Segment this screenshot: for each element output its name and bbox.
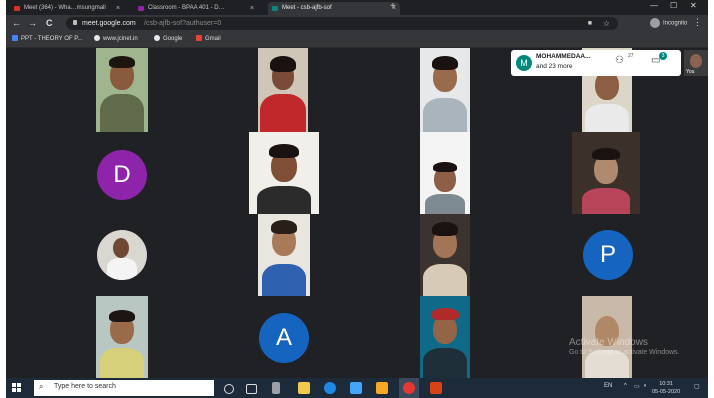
bookmark-icon xyxy=(12,35,18,42)
bookmark-label: Google xyxy=(163,36,183,42)
store-icon[interactable] xyxy=(298,382,310,394)
activation-watermark-title: Activate Windows xyxy=(569,337,648,348)
cortana-icon[interactable] xyxy=(224,384,234,394)
favicon-icon xyxy=(272,6,278,11)
incognito-icon xyxy=(650,18,660,28)
people-icon[interactable]: ⚇ xyxy=(615,55,624,66)
favicon-icon xyxy=(14,6,20,11)
participant-tile[interactable] xyxy=(258,214,310,296)
participants-more: and 23 more xyxy=(536,63,573,70)
meet-grid: D A P M MOHAMMEDAA... and 23 more ⚇ 27 ▭… xyxy=(6,48,708,378)
close-tab-icon[interactable]: × xyxy=(116,2,120,15)
minimize-icon[interactable]: — xyxy=(650,1,658,10)
powerpoint-icon[interactable] xyxy=(430,382,442,394)
bookmark-star-icon[interactable]: ☆ xyxy=(603,18,610,29)
participants-popup[interactable]: M MOHAMMEDAA... and 23 more ⚇ 27 ▭ 3 xyxy=(511,50,681,76)
camera-icon[interactable]: ■ xyxy=(588,20,592,27)
lock-icon xyxy=(73,20,77,25)
bookmarks-bar: PPT - THEORY OF P... www.jcinet.in Googl… xyxy=(6,32,708,48)
tab-title: Meet (364) - Wha…msungmall xyxy=(24,5,106,11)
search-placeholder: Type here to search xyxy=(54,383,116,390)
search-icon: ⌕ xyxy=(39,382,44,391)
taskbar-clock[interactable]: 10:31 05-05-2020 xyxy=(652,380,680,396)
participant-round-photo[interactable] xyxy=(97,230,147,280)
tab-2[interactable]: Classroom - BPAA 401 - D… × xyxy=(134,2,258,15)
mail-icon[interactable] xyxy=(350,382,362,394)
calculator-icon[interactable] xyxy=(272,382,280,394)
task-view-icon[interactable] xyxy=(246,384,257,394)
tab-title: Classroom - BPAA 401 - D… xyxy=(148,5,225,11)
tab-title: Meet - csb-ajfb-sof xyxy=(282,5,332,11)
participant-tile[interactable] xyxy=(258,48,308,132)
self-view[interactable]: You xyxy=(684,50,708,76)
windows-start-icon[interactable] xyxy=(12,383,22,393)
chat-count-badge: 3 xyxy=(659,52,667,60)
participant-avatar[interactable]: D xyxy=(97,150,147,200)
participant-avatar: M xyxy=(516,55,532,71)
people-count: 27 xyxy=(628,53,634,59)
volume-icon[interactable]: ◖ xyxy=(643,383,647,389)
bookmark-ppt[interactable]: PPT - THEORY OF P... xyxy=(12,34,82,45)
participant-tile[interactable] xyxy=(420,48,470,132)
address-bar[interactable]: meet.google.com /csb-ajfb-sof?authuser=0… xyxy=(66,17,618,30)
participant-tile[interactable] xyxy=(572,132,640,214)
participant-avatar[interactable]: A xyxy=(259,313,309,363)
globe-icon xyxy=(94,35,100,42)
browser-toolbar: ← → C meet.google.com /csb-ajfb-sof?auth… xyxy=(6,15,708,32)
url-path: /csb-ajfb-sof?authuser=0 xyxy=(144,20,222,27)
favicon-icon xyxy=(138,6,144,11)
participant-avatar[interactable]: P xyxy=(583,230,633,280)
google-icon xyxy=(154,35,160,42)
reload-icon[interactable]: C xyxy=(46,17,53,30)
clock-date: 05-05-2020 xyxy=(652,389,681,395)
bookmark-label: www.jcinet.in xyxy=(103,36,138,42)
participant-tile[interactable] xyxy=(96,48,148,132)
participant-tile[interactable] xyxy=(420,214,470,296)
participant-tile[interactable] xyxy=(420,296,470,378)
bookmark-google[interactable]: Google xyxy=(154,34,182,45)
maximize-icon[interactable]: ☐ xyxy=(670,1,677,10)
url-host: meet.google.com xyxy=(82,20,136,27)
activation-watermark-text: Go to Settings to activate Windows. xyxy=(569,349,680,356)
participant-tile[interactable] xyxy=(249,132,319,214)
menu-icon[interactable]: ⋮ xyxy=(693,17,702,28)
bookmark-jcinet[interactable]: www.jcinet.in xyxy=(94,34,138,45)
self-view-label: You xyxy=(686,69,695,75)
bookmark-label: PPT - THEORY OF P... xyxy=(21,36,83,42)
forward-icon[interactable]: → xyxy=(28,17,37,30)
bookmark-gmail[interactable]: Gmail xyxy=(196,34,221,45)
participant-tile[interactable] xyxy=(420,132,470,214)
tab-bar: Meet (364) - Wha…msungmall × Classroom -… xyxy=(6,0,708,15)
incognito-indicator[interactable]: Incognito xyxy=(650,18,687,30)
new-tab-icon[interactable]: + xyxy=(390,1,396,12)
taskbar-search[interactable]: ⌕ Type here to search xyxy=(34,380,214,396)
windows-taskbar: ⌕ Type here to search EN ^ ▭ ◖ 10:31 05-… xyxy=(6,378,708,398)
notifications-icon[interactable]: ▢ xyxy=(694,383,700,390)
clock-time: 10:31 xyxy=(659,381,673,387)
bookmark-label: Gmail xyxy=(205,36,221,42)
gmail-icon xyxy=(196,35,202,42)
close-window-icon[interactable]: ✕ xyxy=(690,1,697,10)
tab-3-active[interactable]: Meet - csb-ajfb-sof × xyxy=(268,2,400,15)
close-tab-icon[interactable]: × xyxy=(250,2,254,15)
edge-icon[interactable] xyxy=(324,382,336,394)
incognito-label: Incognito xyxy=(663,20,688,27)
tab-1[interactable]: Meet (364) - Wha…msungmall × xyxy=(10,2,124,15)
chrome-icon[interactable] xyxy=(403,382,415,394)
file-explorer-icon[interactable] xyxy=(376,382,388,394)
screen: Meet (364) - Wha…msungmall × Classroom -… xyxy=(6,0,708,398)
language-indicator[interactable]: EN xyxy=(604,383,612,389)
back-icon[interactable]: ← xyxy=(12,17,21,30)
participant-name: MOHAMMEDAA... xyxy=(536,53,591,60)
participant-tile[interactable] xyxy=(96,296,148,378)
tray-chevron-icon[interactable]: ^ xyxy=(624,383,627,389)
battery-icon[interactable]: ▭ xyxy=(634,383,640,390)
